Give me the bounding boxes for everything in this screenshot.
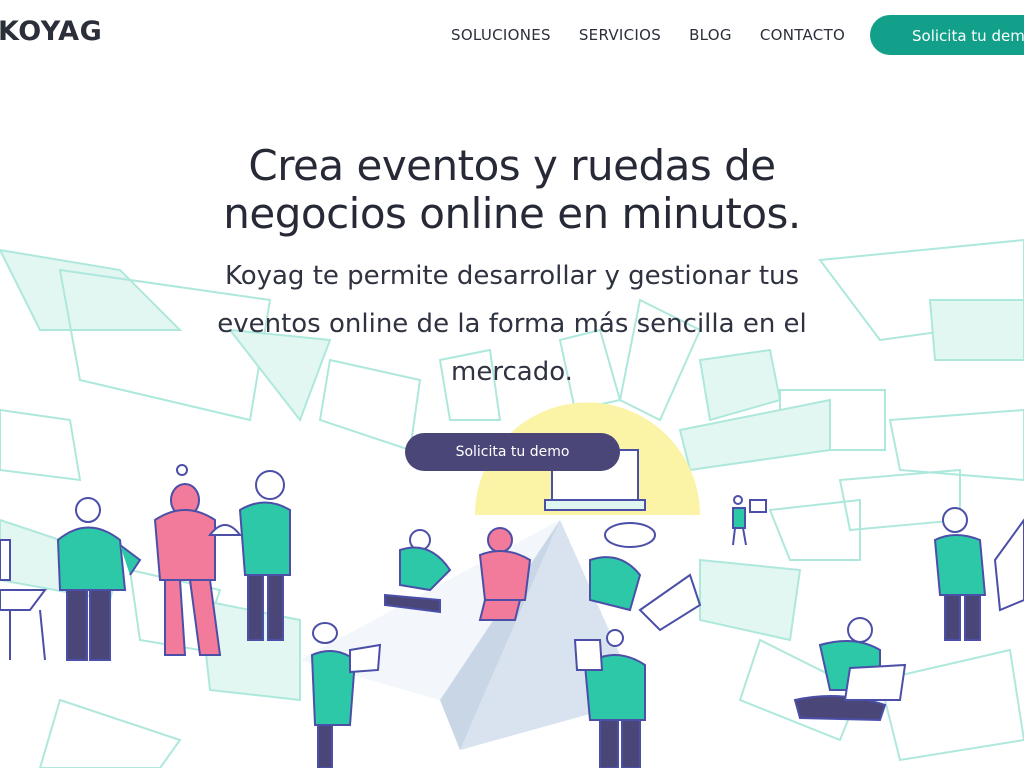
main-nav: SOLUCIONES SERVICIOS BLOG CONTACTO xyxy=(451,26,845,44)
site-header: KOYAG SOLUCIONES SERVICIOS BLOG CONTACTO… xyxy=(0,0,1024,72)
person-pink xyxy=(153,464,222,656)
nav-link-contacto[interactable]: CONTACTO xyxy=(760,26,845,44)
hero-title-line-1: Crea eventos y ruedas de xyxy=(248,141,776,190)
nav-link-soluciones[interactable]: SOLUCIONES xyxy=(451,26,551,44)
header-demo-button[interactable]: Solicita tu demo xyxy=(870,15,1024,55)
person-sitting-laptop xyxy=(793,617,907,722)
landing-page: KOYAG SOLUCIONES SERVICIOS BLOG CONTACTO… xyxy=(0,0,1024,768)
hero-demo-button[interactable]: Solicita tu demo xyxy=(405,433,620,471)
nav-link-blog[interactable]: BLOG xyxy=(689,26,732,44)
person-kneeling xyxy=(384,529,452,614)
person-teal-1 xyxy=(56,497,142,661)
hero-title-line-2: negocios online en minutos. xyxy=(223,189,801,238)
person-small-distant xyxy=(732,495,767,546)
hero-title: Crea eventos y ruedas de negocios online… xyxy=(0,142,1024,238)
hero-subtitle: Koyag te permite desarrollar y gestionar… xyxy=(217,261,807,387)
koyag-logo[interactable]: KOYAG xyxy=(0,16,102,47)
person-right-waving xyxy=(933,507,1024,641)
nav-link-servicios[interactable]: SERVICIOS xyxy=(579,26,661,44)
person-reclining-laptop xyxy=(589,522,702,632)
